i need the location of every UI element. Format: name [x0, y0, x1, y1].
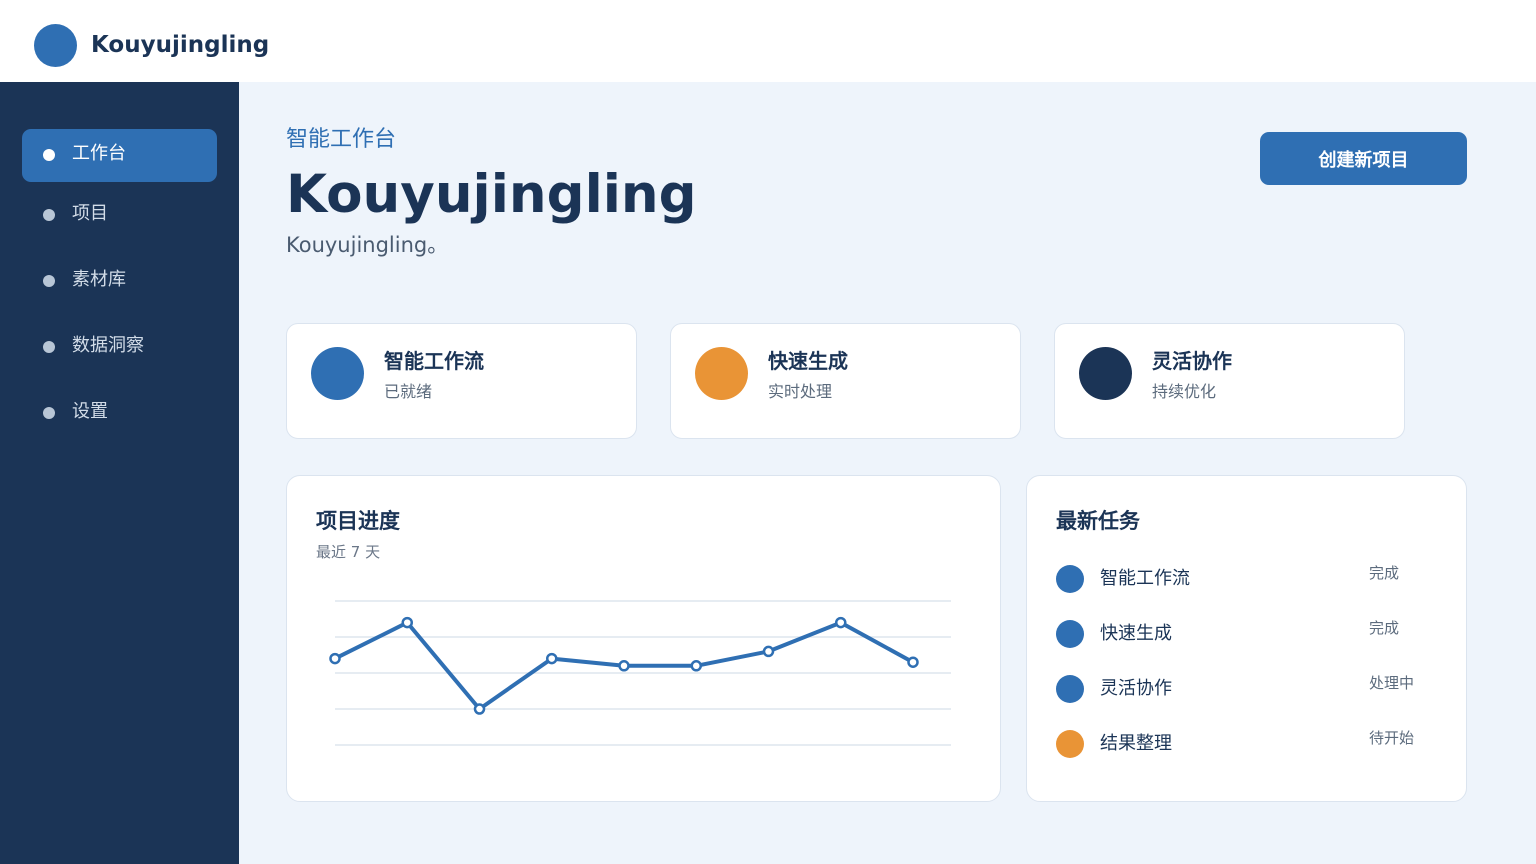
progress-line-chart [329, 600, 951, 746]
sidebar-item-label: 工作台 [72, 143, 126, 164]
task-name: 灵活协作 [1100, 678, 1172, 699]
task-status: 完成 [1369, 619, 1400, 637]
task-row[interactable]: 灵活协作 处理中 [1056, 673, 1436, 703]
progress-panel: 项目进度 最近 7 天 [286, 475, 1001, 802]
task-row[interactable]: 快速生成 完成 [1056, 618, 1436, 648]
top-bar: Kouyujingling [0, 0, 1536, 82]
logo-icon [34, 24, 77, 67]
sidebar-item-settings[interactable]: 设置 [22, 387, 217, 440]
stat-title: 快速生成 [768, 349, 848, 373]
status-dot-icon [1056, 730, 1084, 758]
page-eyebrow: 智能工作台 [286, 127, 397, 152]
circle-icon [695, 347, 748, 400]
dot-icon [43, 341, 55, 353]
tasks-panel-title: 最新任务 [1056, 509, 1140, 533]
task-row[interactable]: 结果整理 待开始 [1056, 728, 1436, 758]
sidebar-item-label: 素材库 [72, 269, 126, 290]
brand-name: Kouyujingling [91, 32, 270, 58]
task-status: 完成 [1369, 564, 1400, 582]
chart-data-point[interactable] [618, 660, 630, 672]
chart-data-point[interactable] [473, 703, 486, 715]
stat-title: 灵活协作 [1152, 349, 1232, 373]
chart-data-point[interactable] [546, 652, 558, 665]
dot-icon [43, 209, 55, 221]
page-subtitle: Kouyujingling。 [286, 233, 449, 257]
chart-data-point[interactable] [907, 656, 919, 668]
chart-data-point[interactable] [835, 616, 847, 629]
dot-icon [43, 149, 55, 161]
task-status: 处理中 [1369, 674, 1415, 692]
stat-subtitle: 已就绪 [384, 382, 433, 401]
chart-data-point[interactable] [401, 616, 413, 629]
dot-icon [43, 407, 55, 419]
stat-subtitle: 实时处理 [768, 382, 833, 401]
create-project-button[interactable]: 创建新项目 [1260, 132, 1467, 185]
sidebar-item-projects[interactable]: 项目 [22, 189, 217, 242]
stat-card-collaboration[interactable]: 灵活协作 持续优化 [1054, 323, 1405, 439]
status-dot-icon [1056, 620, 1084, 648]
sidebar: 工作台 项目 素材库 数据洞察 设置 [0, 82, 239, 864]
stat-title: 智能工作流 [384, 349, 484, 373]
sidebar-item-label: 设置 [72, 401, 108, 422]
sidebar-item-label: 项目 [72, 203, 108, 224]
circle-icon [311, 347, 364, 400]
dot-icon [43, 275, 55, 287]
task-row[interactable]: 智能工作流 完成 [1056, 563, 1436, 593]
status-dot-icon [1056, 675, 1084, 703]
sidebar-item-workbench[interactable]: 工作台 [22, 129, 217, 182]
circle-icon [1079, 347, 1132, 400]
chart-data-point[interactable] [762, 645, 775, 658]
sidebar-item-insights[interactable]: 数据洞察 [22, 321, 217, 374]
chart-data-point[interactable] [329, 652, 341, 665]
task-name: 智能工作流 [1100, 568, 1190, 589]
status-dot-icon [1056, 565, 1084, 593]
stat-subtitle: 持续优化 [1152, 382, 1217, 401]
tasks-panel: 最新任务 智能工作流 完成 快速生成 完成 灵活协作 处理中 结果整理 待开始 [1026, 475, 1467, 802]
sidebar-item-label: 数据洞察 [72, 335, 144, 356]
page-title: Kouyujingling [286, 164, 697, 225]
task-name: 快速生成 [1100, 623, 1172, 644]
chart-data-point[interactable] [690, 660, 702, 672]
stat-card-workflow[interactable]: 智能工作流 已就绪 [286, 323, 637, 439]
sidebar-item-assets[interactable]: 素材库 [22, 255, 217, 308]
task-name: 结果整理 [1100, 733, 1172, 754]
stat-card-generation[interactable]: 快速生成 实时处理 [670, 323, 1021, 439]
task-status: 待开始 [1369, 729, 1415, 747]
